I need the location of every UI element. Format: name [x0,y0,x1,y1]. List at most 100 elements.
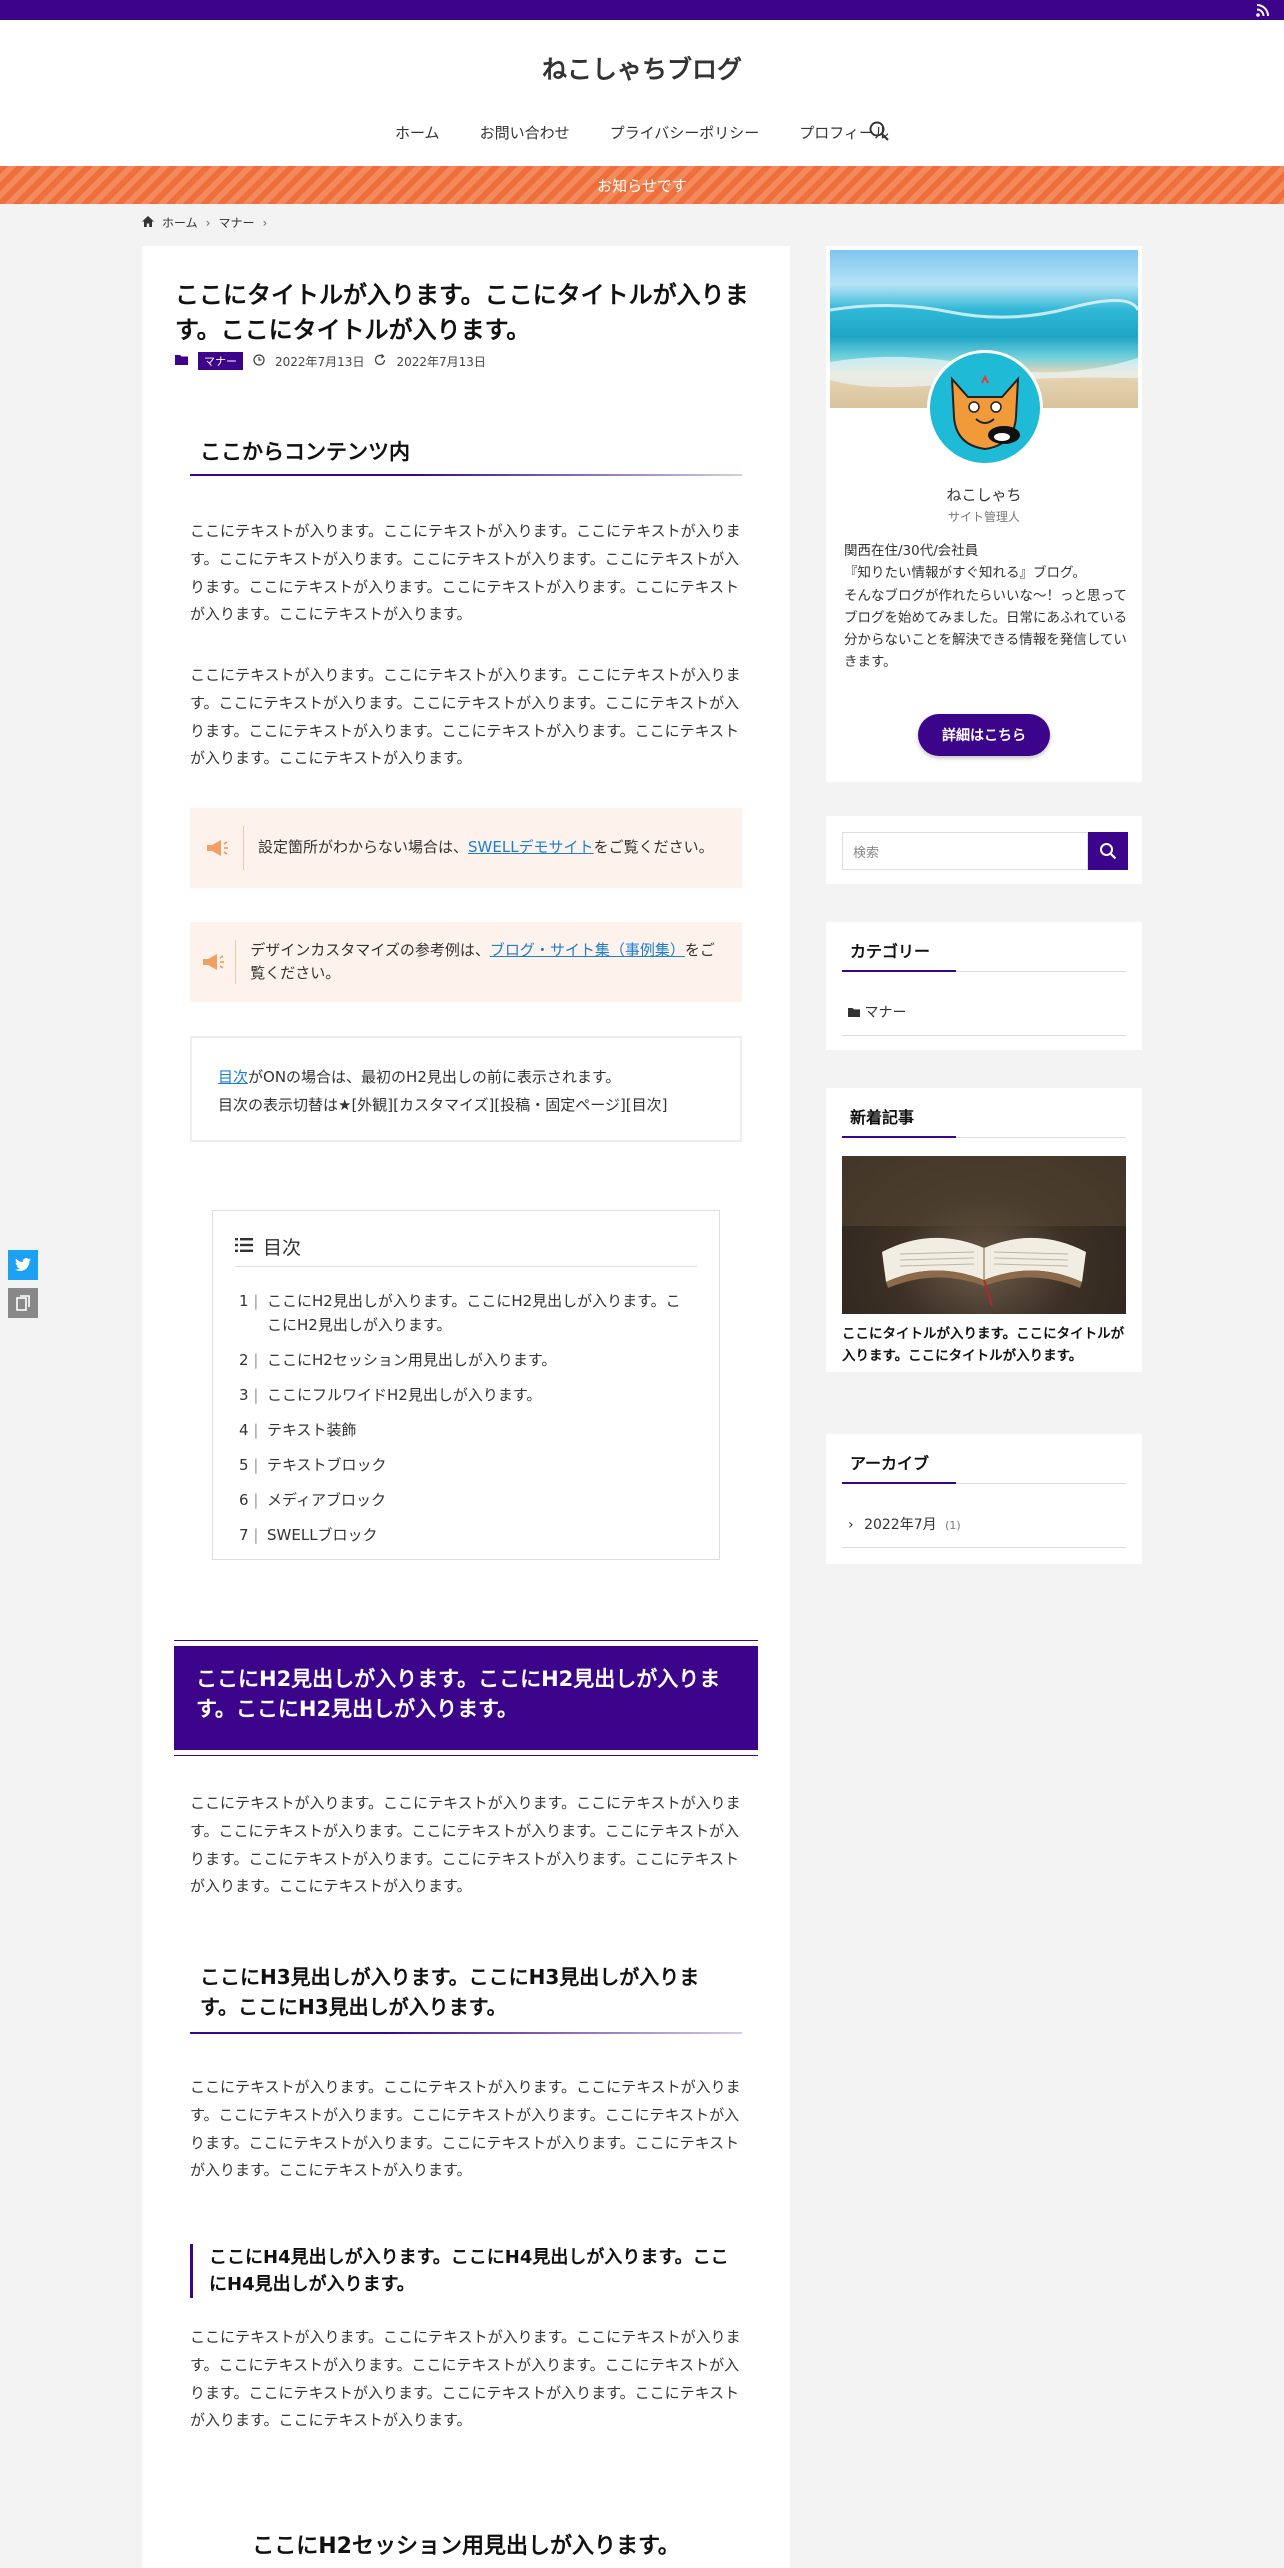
profile-desc-line: 『知りたい情報がすぐ知れる』ブログ。 [844,565,1086,582]
top-bar [0,0,1284,20]
profile-desc-line: 関西在住/30代/会社員 [844,543,979,559]
twitter-share-button[interactable] [8,1250,38,1280]
toc-item-text[interactable]: テキスト装飾 [267,1418,357,1442]
post-thumbnail[interactable] [842,1156,1126,1314]
category-widget: カテゴリー マナー [826,922,1142,1050]
global-nav: ホーム お問い合わせ プライバシーポリシー プロフィール [0,122,1284,143]
updated-date: 2022年7月13日 [396,354,486,369]
profile-desc-line: そんなブログが作れたらいいな～！っと思ってブログを始めてみました。日常にあふれて… [844,587,1128,671]
profile-details-button[interactable]: 詳細はこちら [918,714,1050,756]
toc-item[interactable]: 7SWELLブロック [239,1523,693,1547]
toc-item[interactable]: 4テキスト装飾 [239,1418,693,1442]
toc-item-text[interactable]: メディアブロック [267,1488,386,1512]
home-icon [142,215,154,230]
toc-number: 2 [239,1348,267,1372]
h4-heading: ここにH4見出しが入ります。ここにH4見出しが入ります。ここにH4見出しが入りま… [190,2244,742,2298]
chevron-right-icon: › [205,215,211,230]
content-heading: ここからコンテンツ内 [190,436,742,476]
toc-item[interactable]: 2ここにH2セッション用見出しが入ります。 [239,1348,693,1372]
toc-item-text[interactable]: ここにH2セッション用見出しが入ります。 [267,1348,556,1372]
copy-link-button[interactable] [8,1288,38,1318]
breadcrumb-home[interactable]: ホーム [162,214,198,231]
profile-widget: ねこしゃち サイト管理人 関西在住/30代/会社員 『知りたい情報がすぐ知れる』… [826,246,1142,782]
list-icon [235,1236,253,1258]
search-widget: 検索 [826,816,1142,884]
refresh-icon [374,353,386,369]
profile-role: サイト管理人 [947,510,1020,524]
box-text: 目次の表示切替は★[外観][カスタマイズ][投稿・固定ページ][目次] [218,1095,668,1114]
demo-site-link[interactable]: SWELLデモサイト [468,838,594,856]
widget-title: 新着記事 [842,1104,1126,1138]
paragraph: ここにテキストが入ります。ここにテキストが入ります。ここにテキストが入ります。こ… [190,666,741,768]
toc-link[interactable]: 目次 [218,1068,248,1086]
category-item-label[interactable]: マナー [864,1005,906,1021]
case-study-link[interactable]: ブログ・サイト集（事例集） [490,941,685,959]
toc-number: 1 [239,1289,267,1337]
toc-number: 3 [239,1383,267,1407]
toc-item-text[interactable]: ここにH2見出しが入ります。ここにH2見出しが入ります。ここにH2見出しが入りま… [267,1289,693,1337]
chevron-right-icon: › [262,215,268,230]
archive-item-label[interactable]: 2022年7月 [864,1517,937,1533]
notice-text: お知らせです [597,176,687,195]
twitter-icon [15,1258,31,1272]
h2-heading: ここにH2見出しが入ります。ここにH2見出しが入ります。ここにH2見出しが入りま… [174,1640,758,1756]
main-content: ここにタイトルが入ります。ここにタイトルが入ります。ここにタイトルが入ります。 … [142,246,790,2568]
megaphone-icon [190,826,244,870]
toc-list: 1ここにH2見出しが入ります。ここにH2見出しが入ります。ここにH2見出しが入り… [239,1289,693,1558]
toc-item[interactable]: 3ここにフルワイドH2見出しが入ります。 [239,1383,693,1407]
site-header: ねこしゃちブログ ホーム お問い合わせ プライバシーポリシー プロフィール [0,20,1284,166]
h2-session-heading: ここにH2セッション用見出しが入ります。 [252,2534,680,2559]
nav-item-home[interactable]: ホーム [391,122,444,143]
toc-item[interactable]: 1ここにH2見出しが入ります。ここにH2見出しが入ります。ここにH2見出しが入り… [239,1289,693,1337]
archive-item[interactable]: › 2022年7月 (1) [842,1514,1126,1548]
toc-item[interactable]: 5テキストブロック [239,1453,693,1477]
folder-icon [175,354,188,368]
toc-number: 6 [239,1488,267,1512]
notice-bar[interactable]: お知らせです [0,166,1284,204]
avatar [927,350,1043,466]
widget-title: アーカイブ [842,1450,1126,1484]
nav-item-privacy[interactable]: プライバシーポリシー [606,122,764,143]
cap-text: 設定箇所がわからない場合は、 [258,838,469,857]
cap-box-text: デザインカスタマイズの参考例は、ブログ・サイト集（事例集）をご覧ください。 [236,939,742,986]
site-title[interactable]: ねこしゃちブログ [0,50,1284,86]
paragraph: ここにテキストが入ります。ここにテキストが入ります。ここにテキストが入ります。こ… [190,2328,741,2430]
breadcrumb-category[interactable]: マナー [218,214,254,231]
search-icon [1100,843,1117,860]
copy-icon [16,1295,30,1311]
cap-box-text: 設定箇所がわからない場合は、SWELLデモサイトをご覧ください。 [244,836,732,859]
search-input[interactable]: 検索 [842,832,1088,870]
toc-item[interactable]: 6メディアブロック [239,1488,693,1512]
cap-text: をご覧ください。 [593,838,714,857]
rss-icon[interactable] [1254,2,1270,18]
widget-title: カテゴリー [842,938,1126,972]
toc-item-text[interactable]: SWELLブロック [267,1523,378,1547]
cap-box: 設定箇所がわからない場合は、SWELLデモサイトをご覧ください。 [190,808,742,888]
clock-icon [253,353,265,369]
archive-count: (1) [945,1519,961,1532]
category-badge[interactable]: マナー [198,352,243,370]
recent-post-title[interactable]: ここにタイトルが入ります。ここにタイトルが入ります。ここにタイトルが入ります。 [842,1324,1126,1367]
toc-title: 目次 [263,1237,302,1259]
folder-icon [848,1005,860,1021]
paragraph: ここにテキストが入ります。ここにテキストが入ります。ここにテキストが入ります。こ… [190,522,741,624]
h3-heading: ここにH3見出しが入ります。ここにH3見出しが入ります。ここにH3見出しが入りま… [190,1962,742,2034]
paragraph: ここにテキストが入ります。ここにテキストが入ります。ここにテキストが入ります。こ… [190,1794,741,1896]
toc-item-text[interactable]: ここにフルワイドH2見出しが入ります。 [267,1383,541,1407]
box-text: がONの場合は、最初のH2見出しの前に表示されます。 [248,1068,621,1086]
search-submit-button[interactable] [1088,832,1128,870]
cap-box: デザインカスタマイズの参考例は、ブログ・サイト集（事例集）をご覧ください。 [190,922,742,1002]
category-item[interactable]: マナー [842,1002,1126,1036]
recent-posts-widget: 新着記事 ここにタイトルが入ります。ここにタイトルが入ります。ここにタイトルが入… [826,1088,1142,1372]
nav-item-contact[interactable]: お問い合わせ [476,122,574,143]
breadcrumb: ホーム › マナー › [142,214,267,231]
table-of-contents: 目次 1ここにH2見出しが入ります。ここにH2見出しが入ります。ここにH2見出し… [212,1210,720,1560]
chevron-right-icon: › [848,1517,854,1533]
search-icon[interactable] [868,120,894,146]
profile-description: 関西在住/30代/会社員 『知りたい情報がすぐ知れる』ブログ。 そんなブログが作… [844,540,1128,674]
profile-name: ねこしゃち [946,486,1022,504]
toc-item-text[interactable]: テキストブロック [267,1453,387,1477]
post-meta: マナー 2022年7月13日 2022年7月13日 [175,352,486,370]
toc-number: 5 [239,1453,267,1477]
toc-number: 7 [239,1523,267,1547]
